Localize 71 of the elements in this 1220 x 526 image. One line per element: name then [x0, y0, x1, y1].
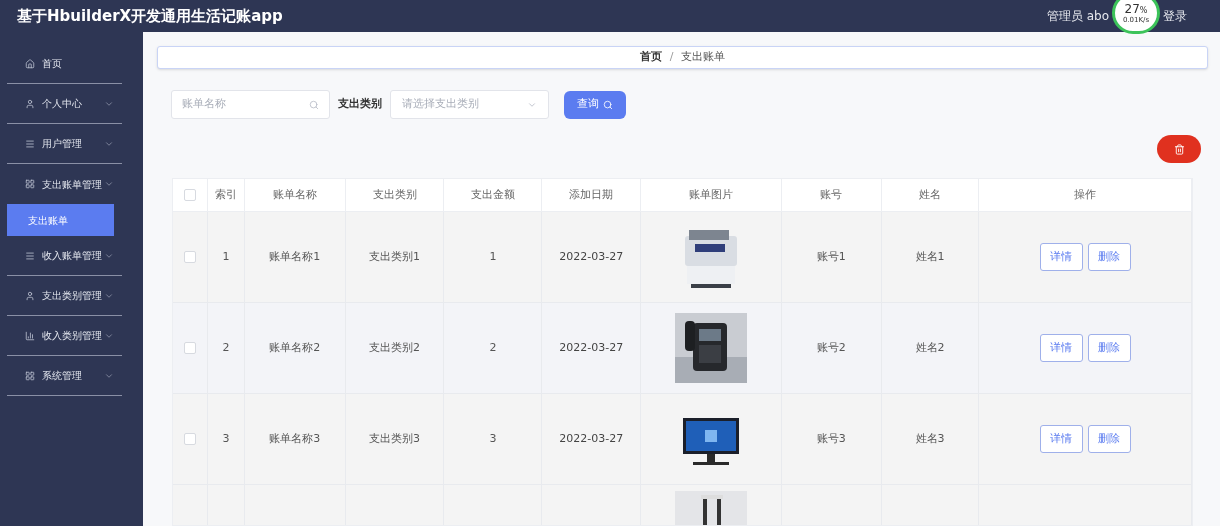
query-button[interactable]: 查询 [564, 90, 626, 119]
table-cell: 支出类别2 [345, 303, 445, 393]
user-icon [25, 98, 35, 109]
table-cell: 账单名称3 [244, 394, 346, 484]
menu-icon [25, 138, 35, 149]
column-header: 操作 [979, 179, 1192, 211]
search-icon [309, 99, 319, 110]
menu-icon [25, 250, 35, 261]
search-icon [603, 99, 613, 110]
breadcrumb-link[interactable]: 支出账单 [681, 49, 726, 66]
details-button[interactable]: 详情 [1039, 243, 1083, 271]
grid-icon [25, 179, 35, 189]
user-icon [25, 290, 35, 301]
table-cell: 3 [444, 394, 543, 484]
logout-link[interactable]: 登录 [1163, 7, 1187, 25]
column-header: 支出类别 [345, 179, 445, 211]
sidebar-item[interactable]: 支出账单管理 [7, 164, 122, 204]
details-button[interactable]: 详情 [1039, 425, 1083, 453]
admin-name: 管理员 abo [1046, 8, 1109, 25]
grid-icon [25, 370, 35, 381]
percent-text: 27% [1124, 2, 1148, 15]
column-header: 账单名称 [244, 179, 346, 211]
column-header: 添加日期 [542, 179, 642, 211]
home-icon [25, 58, 35, 69]
table-cell: 支出类别3 [345, 394, 445, 484]
table-cell: 3 [207, 394, 245, 484]
table-cell: 账号3 [781, 394, 882, 484]
sidebar-item[interactable]: 个人中心 [7, 84, 122, 124]
category-label: 支出类别 [338, 96, 382, 113]
table-cell: 2 [207, 303, 245, 393]
table-cell: 2022-03-27 [542, 303, 642, 393]
delete-button[interactable] [1157, 135, 1201, 163]
table-cell: 账号2 [781, 303, 882, 393]
checkbox[interactable] [183, 189, 196, 201]
column-header: 账单图片 [641, 179, 782, 211]
remove-button[interactable]: 删除 [1087, 243, 1131, 271]
chevron-icon [104, 179, 114, 189]
column-header: 姓名 [881, 179, 980, 211]
sidebar-item[interactable]: 首页 [7, 44, 122, 84]
table-cell: 2022-03-27 [542, 212, 642, 302]
bar-chart-icon [25, 330, 35, 341]
sidebar-subitem[interactable]: 支出账单 [7, 204, 114, 236]
table-cell: 姓名3 [881, 394, 980, 484]
remove-button[interactable]: 删除 [1087, 334, 1131, 362]
column-header: 索引 [207, 179, 245, 211]
table-cell: 账单名称1 [244, 212, 346, 302]
table-cell: 姓名1 [881, 212, 980, 302]
column-header: 账号 [781, 179, 882, 211]
column-header: 支出金额 [444, 179, 543, 211]
app-title: 基于HbuilderX开发通用生活记账app [17, 5, 283, 27]
sidebar-item[interactable]: 用户管理 [7, 124, 122, 164]
table-cell: 2 [444, 303, 543, 393]
checkbox[interactable] [183, 251, 196, 263]
sidebar-item[interactable]: 收入账单管理 [7, 236, 122, 276]
table-cell: 2022-03-27 [542, 394, 642, 484]
checkbox[interactable] [183, 433, 196, 445]
details-button[interactable]: 详情 [1039, 334, 1083, 362]
breadcrumb-separator: / [669, 49, 674, 66]
sidebar-item[interactable]: 支出类别管理 [7, 276, 122, 316]
breadcrumb-link[interactable]: 首页 [639, 49, 662, 66]
remove-button[interactable]: 删除 [1087, 425, 1131, 453]
table-cell: 账单名称2 [244, 303, 346, 393]
table-cell: 1 [444, 212, 543, 302]
table-cell: 姓名2 [881, 303, 980, 393]
table-cell: 1 [207, 212, 245, 302]
checkbox[interactable] [183, 342, 196, 354]
table-cell: 支出类别1 [345, 212, 445, 302]
sidebar-item[interactable]: 系统管理 [7, 356, 122, 396]
trash-icon [1173, 143, 1185, 155]
table-cell: 账号1 [781, 212, 882, 302]
sidebar-item[interactable]: 收入类别管理 [7, 316, 122, 356]
